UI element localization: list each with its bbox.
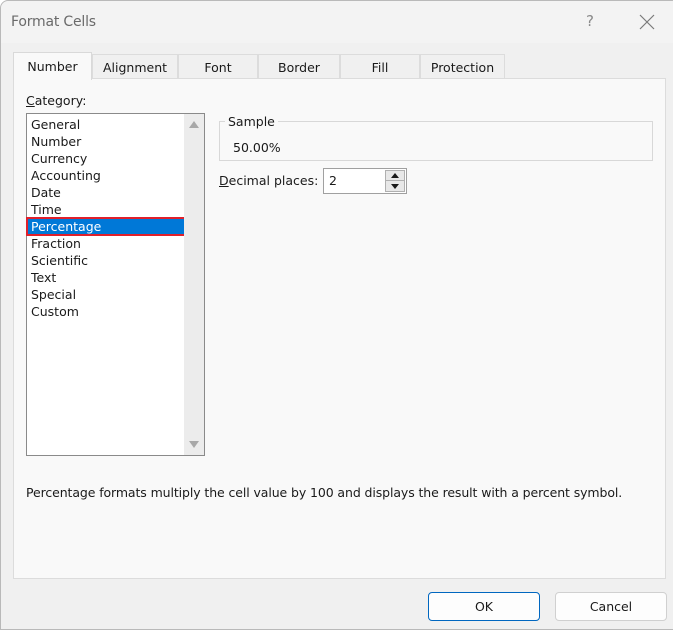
spin-buttons [385, 170, 405, 192]
category-item-percentage[interactable]: Percentage [26, 217, 187, 236]
sample-value: 50.00% [233, 140, 281, 155]
up-arrow-icon [391, 173, 399, 178]
close-button[interactable] [637, 12, 657, 32]
scroll-down-arrow-icon[interactable] [189, 441, 199, 448]
tab-number[interactable]: Number [13, 52, 92, 80]
category-item-text[interactable]: Text [31, 269, 56, 286]
title-bar: Format Cells ? [1, 1, 673, 43]
cancel-button[interactable]: Cancel [555, 592, 667, 621]
sample-label: Sample [225, 114, 278, 129]
tab-alignment[interactable]: Alignment [92, 54, 178, 79]
tab-border[interactable]: Border [258, 54, 340, 79]
tab-fill[interactable]: Fill [340, 54, 420, 79]
decrement-button[interactable] [386, 181, 404, 191]
category-item-general[interactable]: General [31, 116, 80, 133]
category-item-time[interactable]: Time [31, 201, 62, 218]
category-scrollbar[interactable] [184, 114, 204, 455]
category-item-date[interactable]: Date [31, 184, 61, 201]
category-item-accounting[interactable]: Accounting [31, 167, 101, 184]
tab-font[interactable]: Font [178, 54, 258, 79]
decimal-places-input[interactable]: 2 [329, 173, 337, 188]
decimal-places-label-text: ecimal places: [228, 173, 319, 188]
dialog-title: Format Cells [11, 14, 96, 30]
category-accelerator: C [26, 93, 35, 108]
category-label-text: ategory: [34, 93, 87, 108]
increment-button[interactable] [386, 171, 404, 181]
category-item-number[interactable]: Number [31, 133, 81, 150]
category-item-scientific[interactable]: Scientific [31, 252, 88, 269]
decimal-places-stepper[interactable]: 2 [323, 168, 407, 194]
category-item-fraction[interactable]: Fraction [31, 235, 81, 252]
category-item-currency[interactable]: Currency [31, 150, 87, 167]
category-label: Category: [26, 93, 86, 108]
help-button[interactable]: ? [581, 12, 599, 32]
close-icon [639, 14, 655, 30]
category-item-special[interactable]: Special [31, 286, 76, 303]
format-cells-dialog: Format Cells ? Number Alignment Font Bor… [0, 0, 673, 630]
ok-button[interactable]: OK [428, 592, 540, 621]
category-item-custom[interactable]: Custom [31, 303, 79, 320]
decimal-places-accelerator: D [219, 173, 229, 188]
scroll-up-arrow-icon[interactable] [189, 121, 199, 128]
decimal-places-label: Decimal places: [219, 173, 318, 188]
tab-protection[interactable]: Protection [420, 54, 505, 79]
category-listbox[interactable]: General Number Currency Accounting Date … [26, 113, 205, 456]
sample-group [219, 121, 653, 161]
format-description: Percentage formats multiply the cell val… [26, 485, 623, 500]
down-arrow-icon [391, 184, 399, 189]
